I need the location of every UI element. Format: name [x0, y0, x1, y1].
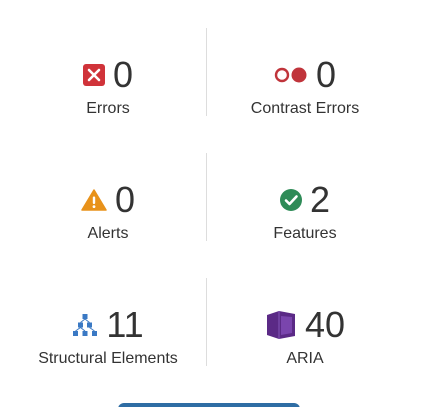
stat-features[interactable]: 2 Features: [207, 153, 403, 278]
structural-elements-label: Structural Elements: [38, 350, 178, 367]
error-x-icon: [82, 64, 105, 86]
contrast-errors-label: Contrast Errors: [250, 100, 360, 117]
stat-structural-elements[interactable]: 11 Structural Elements: [10, 278, 206, 403]
structural-elements-count: 11: [106, 304, 144, 345]
summary-grid: 0 Errors 0 Contrast Errors 0 Alerts 2 Fe…: [10, 28, 410, 403]
aria-cube-icon: [265, 310, 297, 340]
summary-row: 0 Alerts 2 Features: [10, 153, 410, 278]
features-count: 2: [309, 179, 331, 220]
aria-label: ARIA: [286, 350, 324, 367]
alerts-count: 0: [114, 179, 136, 220]
stat-alerts[interactable]: 0 Alerts: [10, 153, 206, 278]
stat-errors[interactable]: 0 Errors: [10, 28, 206, 153]
check-circle-icon: [279, 189, 302, 211]
summary-row: 0 Errors 0 Contrast Errors: [10, 28, 410, 153]
errors-count: 0: [112, 54, 134, 95]
stat-aria[interactable]: 40 ARIA: [207, 278, 403, 403]
features-label: Features: [273, 225, 337, 242]
alerts-label: Alerts: [87, 225, 129, 242]
stat-contrast-errors[interactable]: 0 Contrast Errors: [207, 28, 403, 153]
errors-label: Errors: [86, 100, 130, 117]
contrast-errors-count: 0: [315, 54, 337, 95]
alert-triangle-icon: [81, 189, 107, 211]
contrast-icon: [274, 67, 308, 83]
aria-count: 40: [304, 304, 346, 345]
summary-row: 11 Structural Elements 40 ARIA: [10, 278, 410, 403]
details-button[interactable]: [118, 403, 300, 407]
summary-panel: 0 Errors 0 Contrast Errors 0 Alerts 2 Fe…: [0, 0, 422, 407]
structure-icon: [72, 314, 98, 336]
